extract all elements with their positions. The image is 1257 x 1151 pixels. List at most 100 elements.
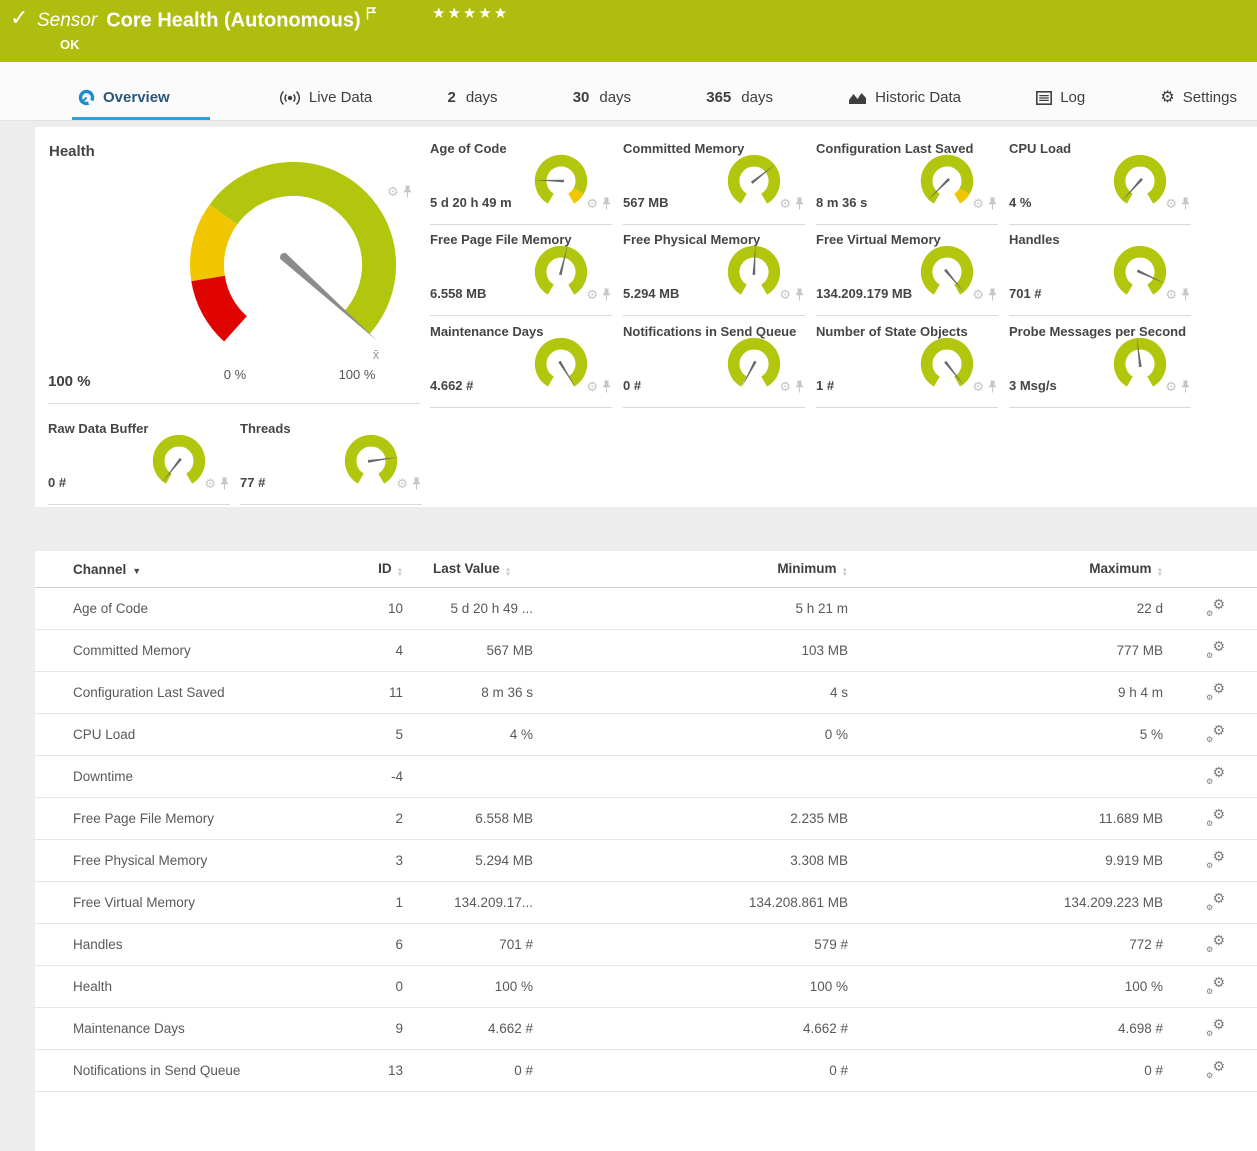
column-header-channel[interactable]: Channel▼ bbox=[35, 562, 323, 577]
gear-icon[interactable]: ⚙ bbox=[972, 380, 984, 393]
gear-icon[interactable]: ⚙ bbox=[1165, 197, 1177, 210]
gear-icon[interactable]: ⚙ bbox=[204, 477, 216, 490]
channel-name[interactable]: Free Virtual Memory bbox=[35, 895, 323, 910]
tile-raw-data-buffer[interactable]: Raw Data Buffer 0 # ⚙ bbox=[48, 419, 230, 505]
tile-probe-messages-per-second[interactable]: Probe Messages per Second 3 Msg/s ⚙ bbox=[1009, 322, 1191, 408]
mean-marker: x̄ bbox=[373, 347, 380, 362]
gear-icon[interactable]: ⚙ bbox=[387, 185, 399, 198]
channel-settings-icon[interactable]: ⚙⚙ bbox=[1206, 810, 1225, 827]
gear-icon[interactable]: ⚙ bbox=[779, 380, 791, 393]
gear-icon[interactable]: ⚙ bbox=[779, 197, 791, 210]
tab-live-data[interactable]: Live Data bbox=[273, 89, 378, 120]
table-row: Committed Memory 4 567 MB 103 MB 777 MB … bbox=[35, 630, 1257, 672]
tile-threads[interactable]: Threads 77 # ⚙ bbox=[240, 419, 422, 505]
channel-settings-icon[interactable]: ⚙⚙ bbox=[1206, 642, 1225, 659]
tile-committed-memory[interactable]: Committed Memory 567 MB ⚙ bbox=[623, 139, 805, 225]
pin-icon[interactable] bbox=[403, 185, 412, 198]
tile-free-virtual-memory[interactable]: Free Virtual Memory 134.209.179 MB ⚙ bbox=[816, 230, 998, 316]
tab-label: days bbox=[741, 89, 773, 106]
channel-settings-icon[interactable]: ⚙⚙ bbox=[1206, 768, 1225, 785]
sort-icon[interactable]: ▲▼ bbox=[1157, 567, 1163, 577]
channel-name[interactable]: Free Physical Memory bbox=[35, 853, 323, 868]
column-header-id[interactable]: ID▲▼ bbox=[323, 561, 403, 577]
gear-icon[interactable]: ⚙ bbox=[972, 197, 984, 210]
mini-gauge bbox=[916, 149, 978, 211]
channel-settings-icon[interactable]: ⚙⚙ bbox=[1206, 1020, 1225, 1037]
tab-historic-data[interactable]: Historic Data bbox=[842, 89, 967, 120]
tile-maintenance-days[interactable]: Maintenance Days 4.662 # ⚙ bbox=[430, 322, 612, 408]
tab-365-days[interactable]: 365 days bbox=[700, 89, 779, 120]
channel-name[interactable]: CPU Load bbox=[35, 727, 323, 742]
tab-label: Historic Data bbox=[875, 89, 961, 106]
channel-name[interactable]: Handles bbox=[35, 937, 323, 952]
channel-name[interactable]: Notifications in Send Queue bbox=[35, 1063, 323, 1078]
tile-handles[interactable]: Handles 701 # ⚙ bbox=[1009, 230, 1191, 316]
pin-icon[interactable] bbox=[795, 197, 804, 210]
tile-free-page-file-memory[interactable]: Free Page File Memory 6.558 MB ⚙ bbox=[430, 230, 612, 316]
pin-icon[interactable] bbox=[412, 477, 421, 490]
tab-30-days[interactable]: 30 days bbox=[567, 89, 637, 120]
tile-free-physical-memory[interactable]: Free Physical Memory 5.294 MB ⚙ bbox=[623, 230, 805, 316]
tile-cpu-load[interactable]: CPU Load 4 % ⚙ bbox=[1009, 139, 1191, 225]
pin-icon[interactable] bbox=[1181, 288, 1190, 301]
gear-icon[interactable]: ⚙ bbox=[586, 288, 598, 301]
channel-settings-icon[interactable]: ⚙⚙ bbox=[1206, 852, 1225, 869]
gear-icon[interactable]: ⚙ bbox=[1165, 380, 1177, 393]
tile-notifications-in-send-queue[interactable]: Notifications in Send Queue 0 # ⚙ bbox=[623, 322, 805, 408]
priority-stars[interactable]: ★★★★★ bbox=[432, 4, 509, 22]
tile-number-of-state-objects[interactable]: Number of State Objects 1 # ⚙ bbox=[816, 322, 998, 408]
channel-settings-icon[interactable]: ⚙⚙ bbox=[1206, 936, 1225, 953]
mini-gauge bbox=[723, 149, 785, 211]
tab-label: Live Data bbox=[309, 89, 372, 106]
tile-configuration-last-saved[interactable]: Configuration Last Saved 8 m 36 s ⚙ bbox=[816, 139, 998, 225]
divider bbox=[48, 403, 420, 404]
tab-2-days[interactable]: 2 days bbox=[441, 89, 503, 120]
pin-icon[interactable] bbox=[988, 197, 997, 210]
pin-icon[interactable] bbox=[795, 288, 804, 301]
gear-icon[interactable]: ⚙ bbox=[1165, 288, 1177, 301]
pin-icon[interactable] bbox=[220, 477, 229, 490]
channel-settings-icon[interactable]: ⚙⚙ bbox=[1206, 600, 1225, 617]
flag-icon[interactable] bbox=[366, 7, 377, 24]
gauge-icon bbox=[78, 89, 95, 106]
channel-name[interactable]: Downtime bbox=[35, 769, 323, 784]
gear-icon[interactable]: ⚙ bbox=[779, 288, 791, 301]
tab-label: days bbox=[599, 89, 631, 106]
channel-name[interactable]: Age of Code bbox=[35, 601, 323, 616]
channel-name[interactable]: Committed Memory bbox=[35, 643, 323, 658]
pin-icon[interactable] bbox=[795, 380, 804, 393]
pin-icon[interactable] bbox=[602, 197, 611, 210]
tab-log[interactable]: Log bbox=[1030, 89, 1091, 120]
pin-icon[interactable] bbox=[1181, 380, 1190, 393]
channel-settings-icon[interactable]: ⚙⚙ bbox=[1206, 1062, 1225, 1079]
column-header-minimum[interactable]: Minimum▲▼ bbox=[533, 561, 848, 577]
column-header-maximum[interactable]: Maximum▲▼ bbox=[848, 561, 1163, 577]
pin-icon[interactable] bbox=[1181, 197, 1190, 210]
pin-icon[interactable] bbox=[602, 380, 611, 393]
gear-icon[interactable]: ⚙ bbox=[586, 197, 598, 210]
gear-icon[interactable]: ⚙ bbox=[972, 288, 984, 301]
pin-icon[interactable] bbox=[988, 288, 997, 301]
channel-name[interactable]: Free Page File Memory bbox=[35, 811, 323, 826]
table-row: Notifications in Send Queue 13 0 # 0 # 0… bbox=[35, 1050, 1257, 1092]
pin-icon[interactable] bbox=[602, 288, 611, 301]
pin-icon[interactable] bbox=[988, 380, 997, 393]
channel-name[interactable]: Maintenance Days bbox=[35, 1021, 323, 1036]
channel-settings-icon[interactable]: ⚙⚙ bbox=[1206, 978, 1225, 995]
gear-icon[interactable]: ⚙ bbox=[586, 380, 598, 393]
channel-name[interactable]: Configuration Last Saved bbox=[35, 685, 323, 700]
gear-icon[interactable]: ⚙ bbox=[396, 477, 408, 490]
sort-icon[interactable]: ▲▼ bbox=[505, 567, 511, 577]
mini-gauge bbox=[530, 332, 592, 394]
tile-age-of-code[interactable]: Age of Code 5 d 20 h 49 m ⚙ bbox=[430, 139, 612, 225]
channel-settings-icon[interactable]: ⚙⚙ bbox=[1206, 894, 1225, 911]
column-header-last-value[interactable]: Last Value▲▼ bbox=[403, 561, 533, 577]
channel-name[interactable]: Health bbox=[35, 979, 323, 994]
sensor-kind-label: Sensor bbox=[37, 10, 97, 31]
health-gauge[interactable]: x̄ bbox=[158, 147, 422, 377]
channel-settings-icon[interactable]: ⚙⚙ bbox=[1206, 726, 1225, 743]
tab-settings[interactable]: ⚙ Settings bbox=[1154, 89, 1243, 120]
table-row: Age of Code 10 5 d 20 h 49 ... 5 h 21 m … bbox=[35, 588, 1257, 630]
channel-settings-icon[interactable]: ⚙⚙ bbox=[1206, 684, 1225, 701]
tab-overview[interactable]: Overview bbox=[72, 89, 210, 120]
